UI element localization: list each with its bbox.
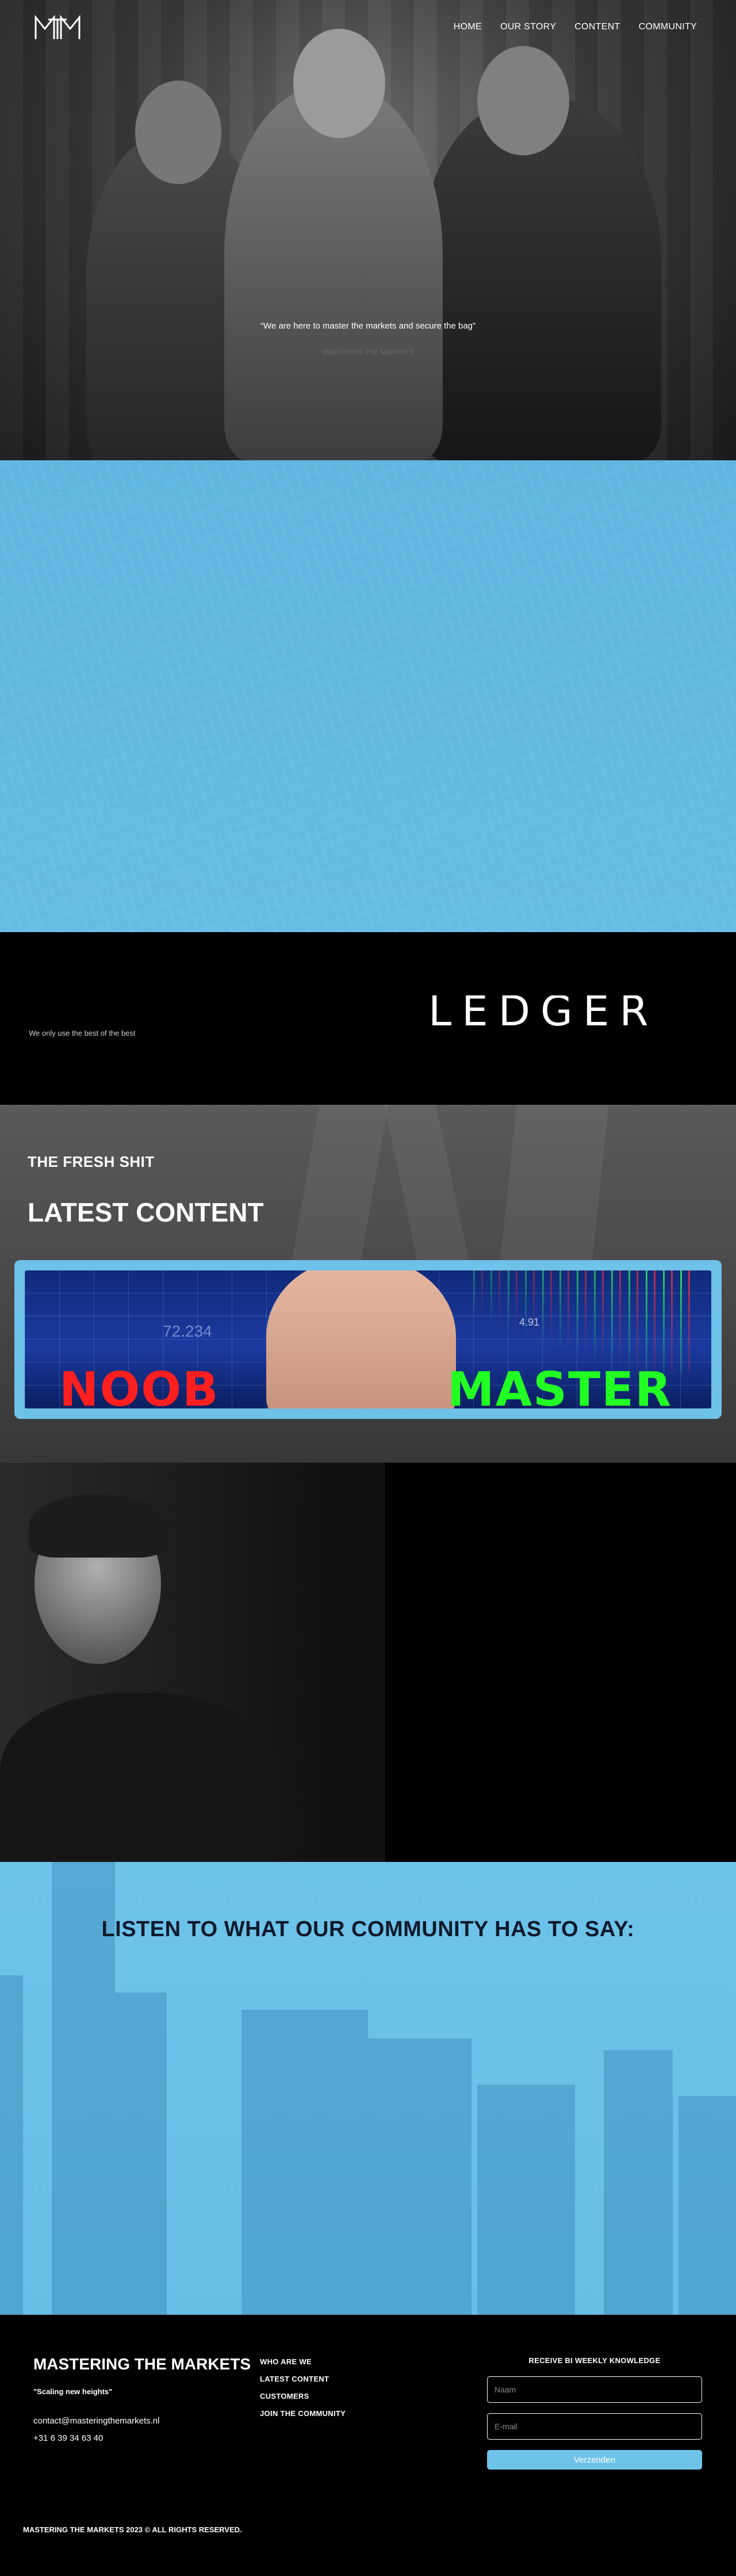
footer-links: WHO ARE WE LATEST CONTENT CUSTOMERS JOIN… bbox=[260, 2357, 346, 2426]
skyline-building bbox=[678, 2096, 736, 2315]
ledger-logo-text: LEDGER bbox=[428, 995, 658, 1030]
sponsor-text: We only use the best of the best bbox=[29, 1029, 136, 1037]
thumbnail-face bbox=[266, 1270, 456, 1409]
portrait-body bbox=[0, 1693, 276, 1862]
name-field[interactable] bbox=[487, 2376, 702, 2403]
email-field[interactable] bbox=[487, 2413, 702, 2440]
hero-photo-head-left bbox=[135, 81, 221, 184]
thumbnail-word-left: NOOB bbox=[59, 1363, 220, 1409]
background-building bbox=[384, 1105, 473, 1277]
hero-photo-person-middle bbox=[224, 86, 443, 460]
sponsor-section: We only use the best of the best LEDGER bbox=[0, 932, 736, 1105]
newsletter-title: RECEIVE BI WEEKLY KNOWLEDGE bbox=[528, 2356, 661, 2365]
skyline-building bbox=[241, 2010, 368, 2315]
portrait-section bbox=[0, 1463, 736, 1862]
copyright: MASTERING THE MARKETS 2023 © ALL RIGHTS … bbox=[23, 2525, 242, 2534]
footer-email-link[interactable]: contact@masteringthemarkets.nl bbox=[33, 2416, 160, 2426]
main-nav: HOME OUR STORY CONTENT COMMUNITY bbox=[454, 22, 697, 32]
content-title: LATEST CONTENT bbox=[28, 1197, 264, 1227]
nav-home[interactable]: HOME bbox=[454, 22, 482, 32]
footer-brand: MASTERING THE MARKETS bbox=[33, 2355, 251, 2373]
hero-quote: “We are here to master the markets and s… bbox=[260, 321, 476, 331]
footer-tagline: "Scaling new heights" bbox=[33, 2387, 113, 2396]
hero-section: HOME OUR STORY CONTENT COMMUNITY “We are… bbox=[0, 0, 736, 460]
hero-photo-head-right bbox=[477, 46, 569, 155]
nav-our-story[interactable]: OUR STORY bbox=[500, 22, 556, 32]
skyline-building bbox=[0, 1975, 23, 2315]
footer-link-who-are-we[interactable]: WHO ARE WE bbox=[260, 2357, 346, 2366]
blue-city-section bbox=[0, 460, 736, 932]
thumbnail-number-right: 4.91 bbox=[519, 1316, 540, 1328]
skyline-building bbox=[115, 1993, 167, 2315]
skyline-building bbox=[477, 2085, 575, 2315]
city-texture bbox=[0, 460, 736, 932]
portrait-hair bbox=[29, 1494, 167, 1558]
candlestick-graphic bbox=[473, 1270, 692, 1374]
testimonials-title: LISTEN TO WHAT OUR COMMUNITY HAS TO SAY: bbox=[101, 1917, 635, 1941]
skyline-building bbox=[604, 2050, 673, 2315]
hero-photo-head-middle bbox=[293, 29, 385, 138]
hero-quote-author: MASTERING THE MARKETS bbox=[322, 348, 414, 356]
thumbnail-word-right: MASTER bbox=[447, 1363, 673, 1409]
footer-link-join-community[interactable]: JOIN THE COMMUNITY bbox=[260, 2409, 346, 2418]
footer: MASTERING THE MARKETS "Scaling new heigh… bbox=[0, 2315, 736, 2576]
testimonials-section: LISTEN TO WHAT OUR COMMUNITY HAS TO SAY: bbox=[0, 1862, 736, 2315]
video-card[interactable]: 72.234 4.91 NOOB MASTER bbox=[14, 1260, 722, 1419]
skyline-building bbox=[368, 2039, 471, 2315]
ledger-logo: LEDGER bbox=[428, 995, 658, 1030]
nav-community[interactable]: COMMUNITY bbox=[639, 22, 697, 32]
mtm-monogram-logo[interactable] bbox=[33, 13, 82, 43]
latest-content-section: THE FRESH SHIT LATEST CONTENT ‹ › 72.234… bbox=[0, 1105, 736, 1463]
video-thumbnail[interactable]: 72.234 4.91 NOOB MASTER bbox=[25, 1270, 711, 1409]
nav-content[interactable]: CONTENT bbox=[574, 22, 620, 32]
newsletter-form: RECEIVE BI WEEKLY KNOWLEDGE Verzenden bbox=[487, 2356, 702, 2470]
footer-link-customers[interactable]: CUSTOMERS bbox=[260, 2392, 346, 2401]
thumbnail-number-left: 72.234 bbox=[163, 1322, 212, 1340]
content-eyebrow: THE FRESH SHIT bbox=[28, 1153, 155, 1170]
footer-link-latest-content[interactable]: LATEST CONTENT bbox=[260, 2375, 346, 2383]
footer-phone-link[interactable]: +31 6 39 34 63 40 bbox=[33, 2433, 103, 2443]
hero-photo-person-right bbox=[420, 98, 661, 460]
submit-button[interactable]: Verzenden bbox=[487, 2450, 702, 2470]
